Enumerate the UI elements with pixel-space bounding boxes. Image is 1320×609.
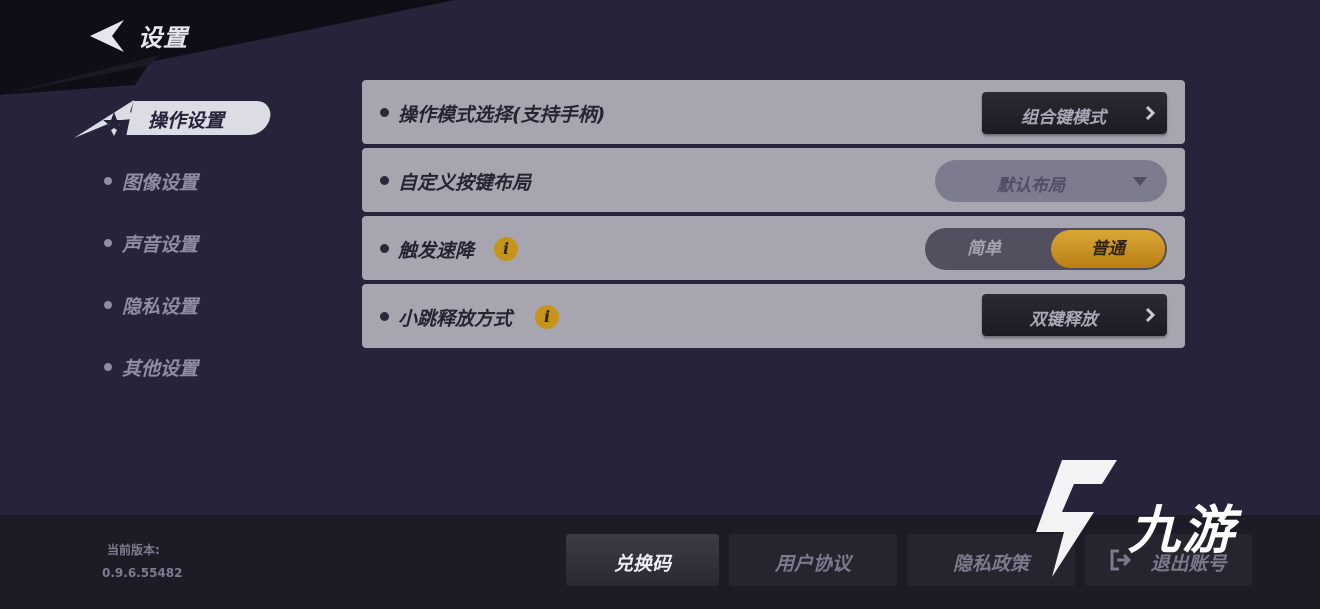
dropdown-value: 默认布局 <box>997 176 1065 196</box>
version-label: 当前版本: <box>107 543 160 557</box>
back-arrow-icon <box>90 20 124 52</box>
sidebar-item-operation[interactable]: 操作设置 <box>74 92 274 138</box>
setting-row-control-mode: 操作模式选择(支持手柄) 组合键模式 <box>362 80 1185 144</box>
setting-label: 小跳释放方式 <box>398 308 513 330</box>
layout-dropdown[interactable]: 默认布局 <box>935 160 1167 202</box>
chevron-right-icon <box>1145 105 1155 121</box>
setting-label: 操作模式选择(支持手柄) <box>398 104 606 126</box>
trigger-speed-toggle: 简单 普通 <box>925 228 1167 270</box>
toggle-option-simple[interactable]: 简单 <box>925 228 1043 270</box>
button-label: 双键释放 <box>1029 310 1098 330</box>
star-icon <box>74 100 140 138</box>
button-label: 组合键模式 <box>1021 108 1106 128</box>
bullet <box>104 301 112 309</box>
bullet <box>104 363 112 371</box>
button-label: 隐私政策 <box>952 553 1029 575</box>
setting-label: 自定义按键布局 <box>398 172 532 194</box>
bullet <box>380 108 389 117</box>
user-agreement-button[interactable]: 用户协议 <box>729 534 897 586</box>
version-number: 0.9.6.55482 <box>102 566 183 580</box>
setting-row-jump-release: 小跳释放方式 i 双键释放 <box>362 284 1185 348</box>
chevron-right-icon <box>1145 307 1155 323</box>
bullet <box>104 239 112 247</box>
back-button[interactable] <box>84 18 128 54</box>
sidebar-item-label: 其他设置 <box>122 357 199 380</box>
setting-label: 触发速降 <box>398 240 475 262</box>
sidebar-item-privacy[interactable]: 隐私设置 <box>104 290 198 320</box>
toggle-option-normal[interactable]: 普通 <box>1051 230 1165 268</box>
sidebar-item-label: 图像设置 <box>122 171 199 194</box>
caret-down-icon <box>1133 177 1147 186</box>
sidebar-item-label: 声音设置 <box>122 233 199 256</box>
bullet <box>104 177 112 185</box>
setting-row-custom-layout: 自定义按键布局 默认布局 <box>362 148 1185 212</box>
sidebar-item-other[interactable]: 其他设置 <box>104 352 198 382</box>
jump-release-button[interactable]: 双键释放 <box>982 294 1167 336</box>
control-mode-button[interactable]: 组合键模式 <box>982 92 1167 134</box>
button-label: 兑换码 <box>613 553 671 575</box>
page-title: 设置 <box>138 24 188 52</box>
bullet <box>380 244 389 253</box>
sidebar-item-sound[interactable]: 声音设置 <box>104 228 198 258</box>
bullet <box>380 176 389 185</box>
button-label: 用户协议 <box>774 553 851 575</box>
privacy-policy-button[interactable]: 隐私政策 <box>907 534 1075 586</box>
info-icon[interactable]: i <box>494 237 518 261</box>
sidebar-item-graphics[interactable]: 图像设置 <box>104 166 198 196</box>
footer-bar: 当前版本: 0.9.6.55482 兑换码 用户协议 隐私政策 退出账号 <box>0 515 1320 609</box>
watermark-text: 九游 <box>1128 501 1237 561</box>
sidebar-item-label: 隐私设置 <box>122 295 199 318</box>
info-icon[interactable]: i <box>535 305 559 329</box>
bullet <box>380 312 389 321</box>
sidebar-item-label: 操作设置 <box>148 110 225 132</box>
setting-row-trigger-speed: 触发速降 i 简单 普通 <box>362 216 1185 280</box>
redeem-code-button[interactable]: 兑换码 <box>566 534 719 586</box>
